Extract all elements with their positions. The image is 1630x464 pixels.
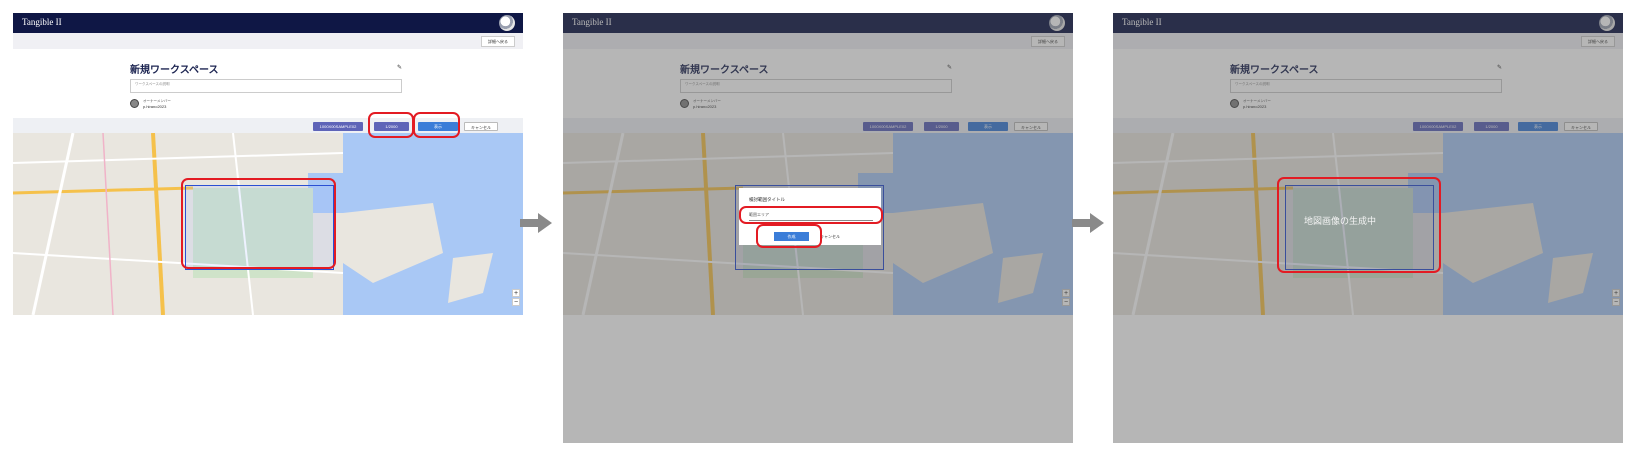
workspace-title: 新規ワークスペース (130, 65, 219, 76)
arrow-right-icon (1072, 213, 1104, 233)
highlight-show-button (413, 112, 460, 138)
highlight-loading (1277, 177, 1441, 273)
description-input[interactable]: ワークスペースの説明 (130, 79, 402, 93)
arrow-right-icon (520, 213, 552, 233)
highlight-title-input (739, 206, 883, 224)
sub-header: 詳細へ戻る (13, 33, 523, 49)
user-avatar[interactable] (499, 15, 515, 31)
owner-avatar (130, 99, 139, 108)
screen-step-3: Tangible II 詳細へ戻る 新規ワークスペース ✎ ワークスペースの説明… (1113, 13, 1623, 443)
edit-pencil-icon[interactable]: ✎ (397, 64, 402, 71)
back-to-detail-button[interactable]: 詳細へ戻る (481, 36, 515, 47)
zoom-in-button[interactable]: + (512, 289, 520, 297)
app-title: Tangible II (22, 17, 62, 27)
owner-name: p.hirano2023 (143, 104, 167, 109)
screen-step-1: Tangible II 詳細へ戻る 新規ワークスペース ✎ ワークスペースの説明… (13, 13, 523, 443)
cancel-button[interactable]: キャンセル (464, 122, 498, 131)
zoom-out-button[interactable]: − (512, 298, 520, 306)
screen-step-2: Tangible II 詳細へ戻る 新規ワークスペース ✎ ワークスペースの説明… (563, 13, 1073, 443)
dialog-title: 検討範囲タイトル (749, 197, 785, 202)
app-header: Tangible II (13, 13, 523, 33)
highlight-create-button (756, 224, 822, 248)
sample-select-button[interactable]: 1000X00SAMPLE02 (313, 122, 363, 131)
highlight-selection (181, 178, 336, 269)
highlight-scale-button (368, 112, 414, 138)
